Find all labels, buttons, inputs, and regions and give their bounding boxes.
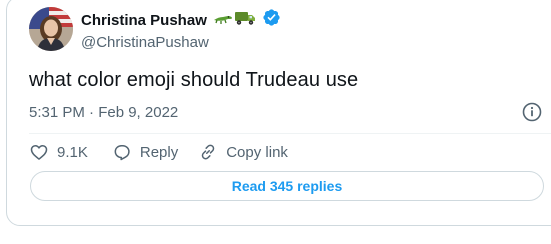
link-icon xyxy=(198,142,218,162)
verified-badge-icon xyxy=(262,8,281,32)
divider xyxy=(29,133,551,134)
info-icon[interactable] xyxy=(521,101,543,123)
copy-link-button[interactable]: Copy link xyxy=(198,142,288,162)
reply-button[interactable]: Reply xyxy=(112,142,178,162)
copy-link-label: Copy link xyxy=(226,143,288,161)
truck-emoji-icon xyxy=(234,10,256,31)
tweet-actions: 9.1K Reply Copy link xyxy=(29,141,288,163)
heart-icon xyxy=(29,142,49,162)
like-count: 9.1K xyxy=(57,143,88,161)
reply-bubble-icon xyxy=(112,142,132,162)
tweet-text: what color emoji should Trudeau use xyxy=(29,69,359,91)
read-replies-button[interactable]: Read 345 replies xyxy=(30,171,544,201)
author-handle[interactable]: @ChristinaPushaw xyxy=(81,34,209,51)
author-display-name[interactable]: Christina Pushaw xyxy=(81,12,207,29)
author-name-row: Christina Pushaw xyxy=(81,9,281,31)
avatar[interactable] xyxy=(29,7,73,51)
name-emojis xyxy=(213,10,256,31)
tweet-timestamp[interactable]: 5:31 PM · Feb 9, 2022 xyxy=(29,104,178,121)
reply-label: Reply xyxy=(139,143,179,161)
crocodile-emoji-icon xyxy=(213,11,233,30)
tweet-card: Christina Pushaw @ChristinaPushaw what c… xyxy=(6,0,551,226)
like-button[interactable]: 9.1K xyxy=(29,142,88,162)
